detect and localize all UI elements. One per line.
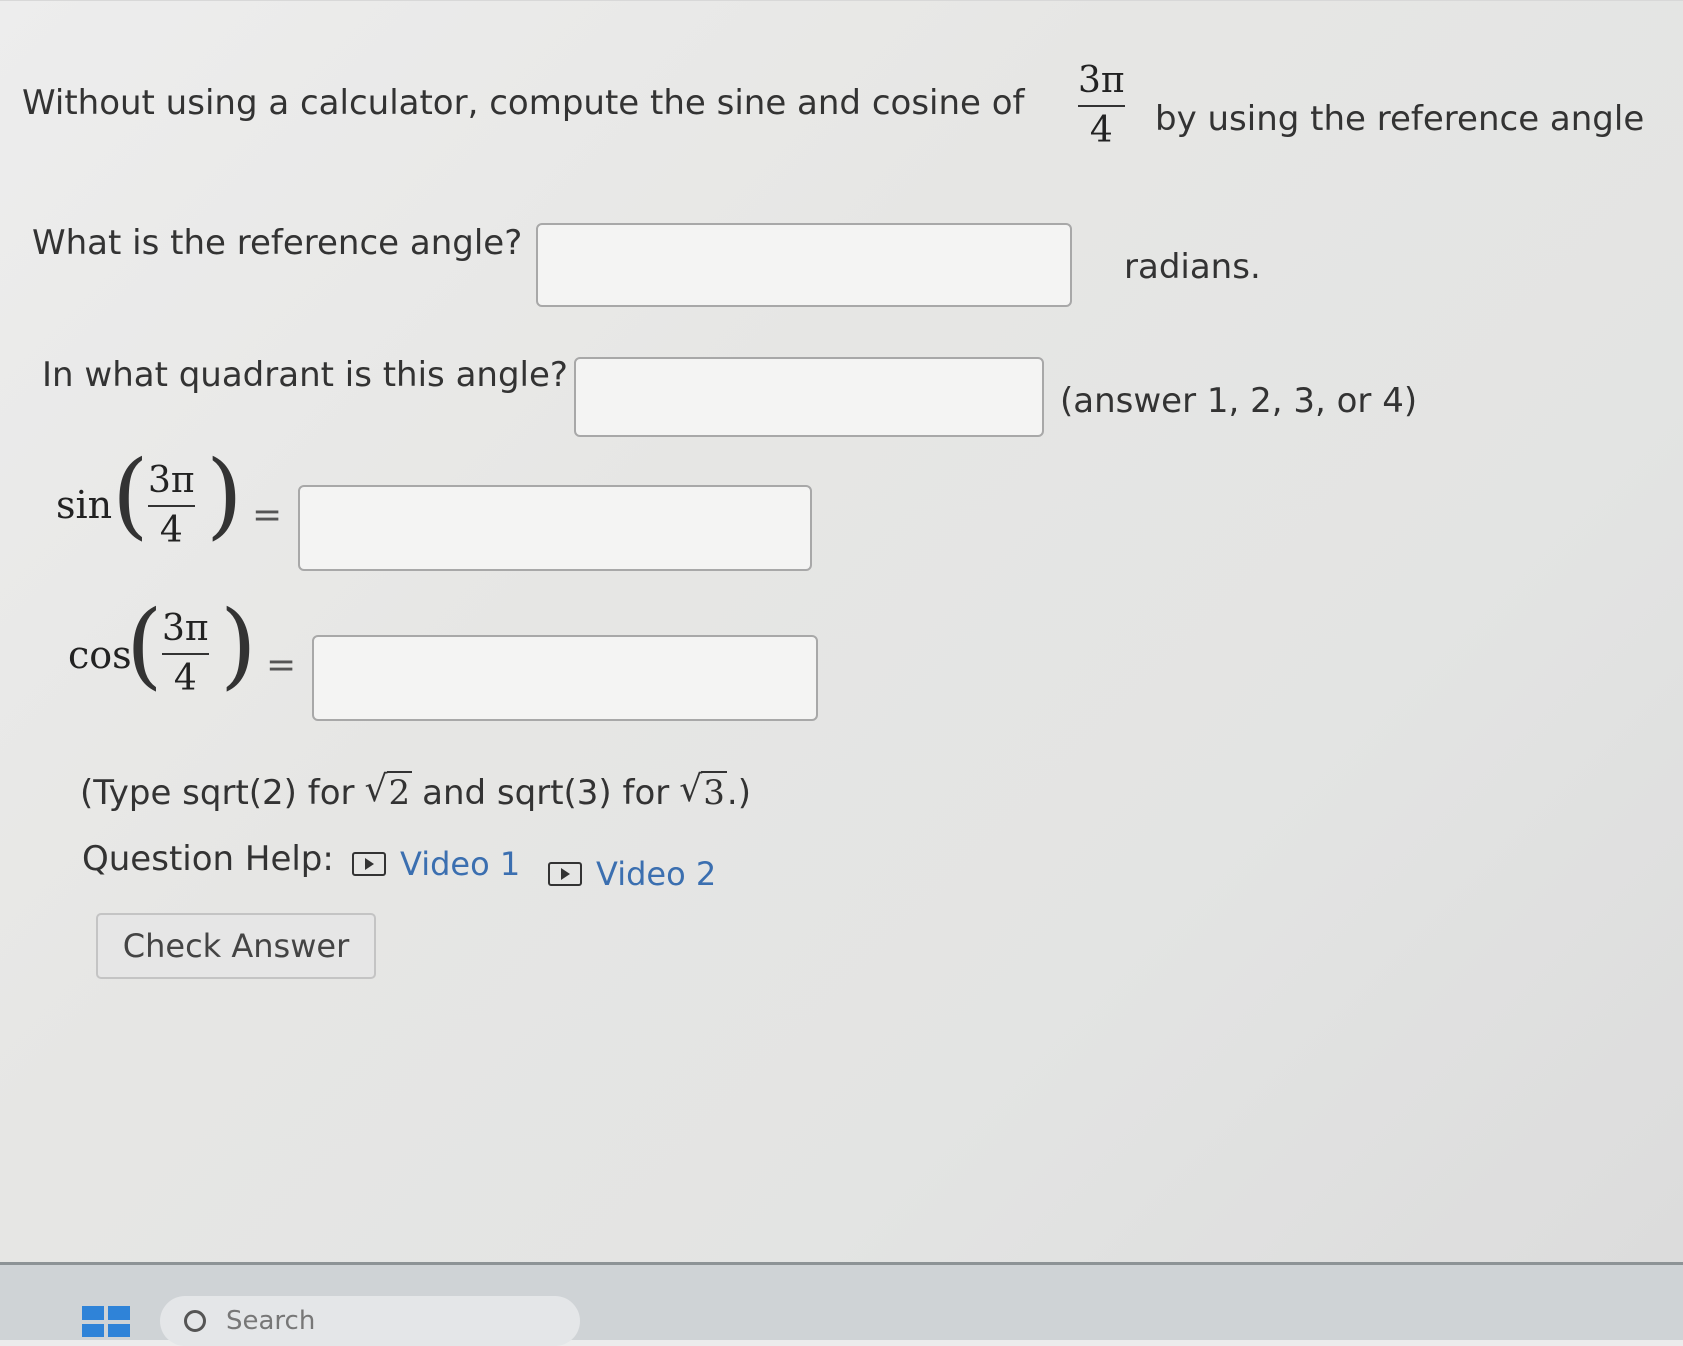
taskbar-search-placeholder: Search — [226, 1306, 316, 1336]
hint-and-text: and sqrt(3) for — [422, 773, 670, 813]
reference-angle-input[interactable] — [536, 223, 1072, 307]
play-video-icon — [352, 852, 386, 876]
sin-answer-input[interactable] — [298, 485, 812, 571]
cos-function-label: cos — [68, 633, 132, 677]
logo-pane — [82, 1306, 104, 1320]
radicand: 3 — [701, 771, 727, 813]
cos-open-paren: ( — [126, 591, 163, 700]
fraction-denominator: 4 — [1089, 110, 1113, 151]
question-help-label: Question Help: — [82, 839, 334, 879]
angle-fraction: 3π 4 — [1078, 61, 1125, 151]
quadrant-label: In what quadrant is this angle? — [42, 355, 568, 395]
check-answer-button[interactable]: Check Answer — [96, 913, 376, 979]
hint-type-text: (Type sqrt(2) for — [80, 773, 355, 813]
fraction-numerator: 3π — [148, 460, 195, 501]
radicand: 2 — [386, 771, 413, 813]
sin-close-paren: ) — [206, 441, 243, 550]
logo-pane — [82, 1323, 104, 1337]
search-icon — [184, 1310, 206, 1332]
video-2-link[interactable]: Video 2 — [548, 855, 716, 893]
sin-open-paren: ( — [112, 441, 149, 550]
sin-equals-sign: = — [252, 495, 283, 536]
radical-sign: √ — [679, 769, 703, 810]
fraction-denominator: 4 — [159, 510, 183, 551]
quadrant-input[interactable] — [574, 357, 1044, 437]
question-intro-text-end: by using the reference angle — [1155, 99, 1645, 139]
sqrt-3-symbol: √ 3 — [679, 769, 727, 813]
windows-start-icon[interactable] — [82, 1306, 130, 1337]
taskbar-search-box[interactable]: Search — [160, 1296, 580, 1346]
play-video-icon — [548, 862, 582, 886]
cos-argument-fraction: 3π 4 — [162, 609, 209, 699]
sin-function-label: sin — [56, 483, 113, 527]
fraction-numerator: 3π — [162, 608, 209, 649]
radical-sign: √ — [364, 769, 388, 810]
quadrant-hint: (answer 1, 2, 3, or 4) — [1060, 381, 1418, 421]
cos-equals-sign: = — [266, 645, 297, 686]
hint-end-text: .) — [726, 773, 751, 813]
video-1-label: Video 1 — [400, 845, 521, 883]
reference-angle-label: What is the reference angle? — [32, 223, 523, 263]
fraction-bar — [162, 653, 209, 655]
fraction-bar — [1078, 105, 1125, 107]
reference-angle-unit: radians. — [1124, 247, 1261, 287]
video-2-label: Video 2 — [596, 855, 717, 893]
sqrt-2-symbol: √ 2 — [365, 769, 413, 813]
sin-argument-fraction: 3π 4 — [148, 461, 195, 551]
fraction-denominator: 4 — [173, 658, 197, 699]
fraction-bar — [148, 505, 195, 507]
video-1-link[interactable]: Video 1 — [352, 845, 520, 883]
logo-pane — [108, 1306, 130, 1320]
cos-answer-input[interactable] — [312, 635, 818, 721]
fraction-numerator: 3π — [1078, 60, 1125, 101]
sqrt-hint-text: (Type sqrt(2) for √ 2 and sqrt(3) for √ 3.… — [80, 769, 751, 813]
logo-pane — [108, 1323, 130, 1337]
question-page: Without using a calculator, compute the … — [0, 0, 1683, 1263]
question-intro-text: Without using a calculator, compute the … — [22, 83, 1025, 123]
cos-close-paren: ) — [220, 591, 257, 700]
